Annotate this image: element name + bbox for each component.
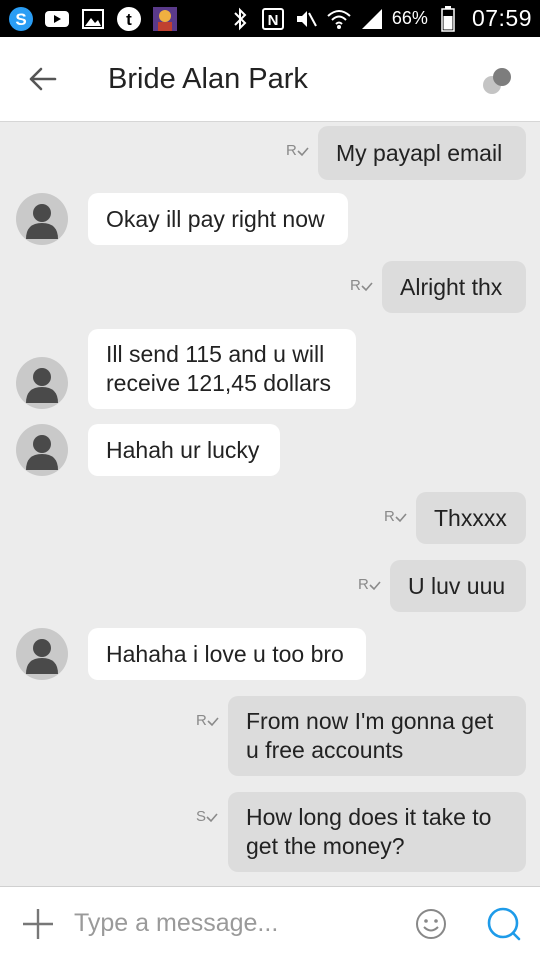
delivery-status-letter: R: [358, 576, 369, 593]
incoming-message-bubble[interactable]: Hahah ur lucky: [88, 424, 280, 476]
app: S t N 66% 07:59 Bride Alan Park My payap…: [0, 0, 540, 960]
signal-icon: [359, 7, 385, 31]
presence-status-button[interactable]: [478, 61, 518, 101]
battery-percent: 66%: [391, 8, 428, 28]
delivery-status-mark: R: [286, 142, 309, 159]
chat-header: Bride Alan Park: [0, 37, 540, 122]
contact-avatar[interactable]: [16, 628, 68, 680]
message-list[interactable]: My payapl email R Okay ill pay right now Al…: [0, 122, 540, 886]
delivery-status-mark: R: [196, 712, 219, 729]
delivery-status-mark: R: [358, 576, 381, 593]
clock: 07:59: [471, 5, 532, 31]
smiley-icon: [416, 909, 446, 939]
svg-text:t: t: [126, 10, 132, 29]
contact-avatar[interactable]: [16, 193, 68, 245]
youtube-icon: [44, 7, 70, 31]
battery-icon: [435, 5, 461, 32]
delivery-status-letter: R: [350, 277, 361, 294]
outgoing-message-bubble[interactable]: Alright thx: [382, 261, 526, 313]
send-button[interactable]: [484, 904, 524, 944]
incoming-message-bubble[interactable]: Hahaha i love u too bro: [88, 628, 366, 680]
delivery-status-letter: R: [384, 508, 395, 525]
delivery-status-mark: R: [384, 508, 407, 525]
user-silhouette-icon: [26, 435, 58, 470]
delivery-status-mark: R: [350, 277, 373, 294]
mute-icon: [293, 7, 319, 31]
back-button[interactable]: [12, 49, 72, 109]
incoming-message-bubble[interactable]: Okay ill pay right now: [88, 193, 348, 245]
wifi-icon: [326, 7, 352, 31]
outgoing-message-bubble[interactable]: How long does it take to get the money?: [228, 792, 526, 872]
contact-avatar[interactable]: [16, 424, 68, 476]
chat-bubble-icon: [487, 907, 521, 941]
user-silhouette-icon: [26, 368, 58, 403]
app-avatar-icon: [152, 6, 178, 31]
check-icon: [361, 282, 373, 292]
outgoing-message-bubble[interactable]: U luv uuu: [390, 560, 526, 612]
outgoing-message-bubble[interactable]: From now I'm gonna get u free accounts: [228, 696, 526, 776]
check-icon: [395, 513, 407, 523]
delivery-status-letter: S: [196, 808, 207, 825]
svg-text:N: N: [267, 12, 278, 29]
check-icon: [207, 717, 219, 727]
check-icon: [206, 813, 218, 823]
incoming-message-bubble[interactable]: Ill send 115 and u will receive 121,45 d…: [88, 329, 356, 409]
outgoing-message-bubble[interactable]: My payapl email: [318, 126, 526, 180]
compose-bar: [0, 886, 540, 960]
check-icon: [369, 581, 381, 591]
svg-text:S: S: [15, 10, 26, 29]
emoji-button[interactable]: [414, 907, 448, 941]
user-silhouette-icon: [26, 639, 58, 674]
contact-avatar[interactable]: [16, 357, 68, 409]
outgoing-message-bubble[interactable]: Thxxxx: [416, 492, 526, 544]
nfc-icon: N: [260, 7, 286, 31]
delivery-status-mark: S: [196, 808, 218, 825]
user-silhouette-icon: [26, 204, 58, 239]
plus-icon: [23, 908, 53, 939]
tumblr-icon: t: [116, 6, 142, 31]
add-attachment-button[interactable]: [16, 902, 60, 946]
check-icon: [297, 147, 309, 157]
presence-icon: [483, 68, 511, 94]
status-bar: S t N 66% 07:59: [0, 0, 540, 37]
delivery-status-letter: R: [196, 712, 207, 729]
delivery-status-letter: R: [286, 142, 297, 159]
bluetooth-icon: [227, 7, 253, 31]
message-input[interactable]: [74, 901, 394, 946]
arrow-left-icon: [29, 67, 57, 91]
skype-icon: S: [8, 6, 34, 31]
contact-name[interactable]: Bride Alan Park: [108, 63, 308, 96]
gallery-icon: [80, 7, 106, 31]
